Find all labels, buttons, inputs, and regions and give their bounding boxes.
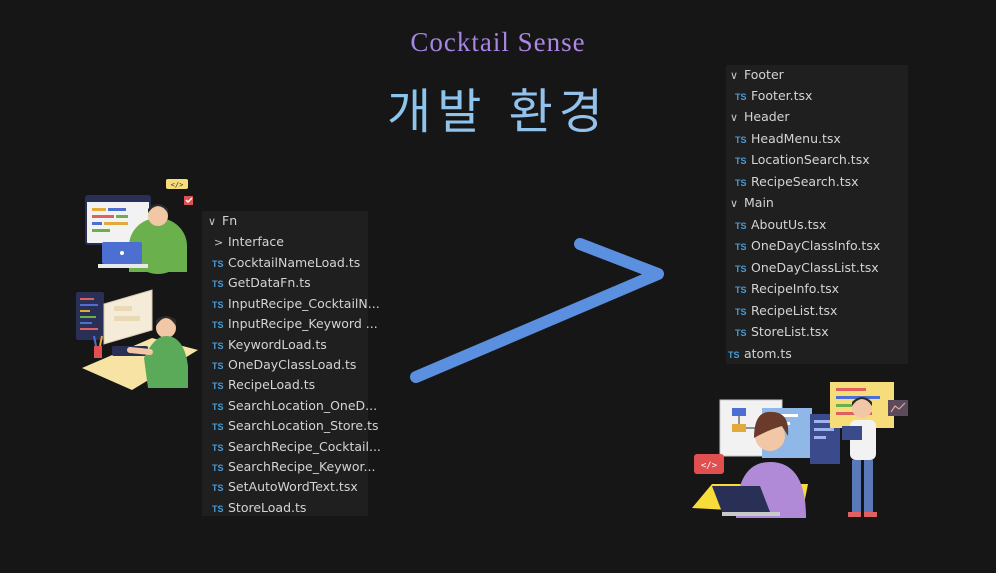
typescript-icon: TS (212, 341, 224, 351)
arrow-right-icon (410, 238, 664, 383)
developer-illustration-right: </> (692, 382, 908, 518)
file-item[interactable]: TS LocationSearch.tsx (735, 150, 870, 170)
folder-main[interactable]: ∨ Main (730, 193, 774, 213)
file-item[interactable]: TS SearchRecipe_Keywor... (212, 457, 375, 477)
left-file-explorer: ∨ Fn > Interface TS CocktailNameLoad.ts TS G… (202, 211, 381, 518)
typescript-icon: TS (735, 92, 747, 102)
developer-illustration-left: </> (76, 179, 198, 390)
file-item[interactable]: TS KeywordLoad.ts (212, 335, 327, 355)
typescript-icon: TS (735, 156, 747, 166)
folder-label: Interface (228, 234, 284, 249)
code-tag-label-red: </> (701, 461, 718, 471)
file-item[interactable]: TS InputRecipe_Keyword ... (212, 314, 378, 334)
file-item[interactable]: TS InputRecipe_CocktailN... (212, 294, 380, 314)
typescript-icon: TS (212, 422, 224, 432)
chevron-right-icon: > (214, 236, 224, 249)
folder-label: Fn (222, 213, 238, 228)
chevron-down-icon: ∨ (730, 111, 739, 124)
typescript-icon: TS (728, 350, 740, 360)
typescript-icon: TS (212, 279, 224, 289)
typescript-icon: TS (735, 221, 747, 231)
typescript-icon: TS (212, 381, 224, 391)
typescript-icon: TS (212, 320, 224, 330)
file-item[interactable]: TS OneDayClassLoad.ts (212, 355, 356, 375)
file-item[interactable]: TS AboutUs.tsx (735, 215, 826, 235)
file-item[interactable]: TS RecipeSearch.tsx (735, 172, 859, 192)
file-item[interactable]: TS SearchRecipe_Cocktail... (212, 437, 381, 457)
file-item[interactable]: TS atom.ts (728, 344, 792, 364)
typescript-icon: TS (212, 463, 224, 473)
file-item[interactable]: TS RecipeLoad.ts (212, 375, 315, 395)
file-item[interactable]: TS RecipeList.tsx (735, 301, 837, 321)
brand-title: Cocktail Sense (0, 27, 996, 58)
file-item[interactable]: TS StoreLoad.ts (212, 498, 306, 518)
typescript-icon: TS (212, 259, 224, 269)
chevron-down-icon: ∨ (730, 197, 739, 210)
file-item[interactable]: TS Footer.tsx (735, 86, 812, 106)
file-item[interactable]: TS SearchLocation_Store.ts (212, 416, 379, 436)
code-tag-label: </> (171, 181, 184, 189)
chevron-down-icon: ∨ (730, 69, 739, 82)
folder-footer[interactable]: ∨ Footer (730, 65, 784, 85)
folder-fn[interactable]: ∨ Fn (208, 211, 237, 231)
file-item[interactable]: TS OneDayClassInfo.tsx (735, 236, 880, 256)
file-item[interactable]: TS RecipeInfo.tsx (735, 279, 839, 299)
file-item[interactable]: TS HeadMenu.tsx (735, 129, 841, 149)
folder-interface[interactable]: > Interface (214, 232, 284, 252)
typescript-icon: TS (735, 135, 747, 145)
typescript-icon: TS (735, 178, 747, 188)
file-item[interactable]: TS GetDataFn.ts (212, 273, 311, 293)
typescript-icon: TS (212, 300, 224, 310)
folder-header[interactable]: ∨ Header (730, 107, 790, 127)
typescript-icon: TS (735, 328, 747, 338)
typescript-icon: TS (212, 483, 224, 493)
typescript-icon: TS (212, 361, 224, 371)
typescript-icon: TS (212, 402, 224, 412)
chevron-down-icon: ∨ (208, 215, 217, 228)
typescript-icon: TS (735, 307, 747, 317)
typescript-icon: TS (212, 504, 224, 514)
file-item[interactable]: TS SearchLocation_OneD... (212, 396, 377, 416)
file-item[interactable]: TS SetAutoWordText.tsx (212, 477, 358, 497)
typescript-icon: TS (212, 443, 224, 453)
right-file-explorer: ∨ Footer TS Footer.tsx ∨ Header TS HeadMenu.… (726, 65, 908, 364)
file-item[interactable]: TS StoreList.tsx (735, 322, 829, 342)
typescript-icon: TS (735, 242, 747, 252)
file-item[interactable]: TS OneDayClassList.tsx (735, 258, 879, 278)
typescript-icon: TS (735, 264, 747, 274)
file-item[interactable]: TS CocktailNameLoad.ts (212, 253, 360, 273)
typescript-icon: TS (735, 285, 747, 295)
